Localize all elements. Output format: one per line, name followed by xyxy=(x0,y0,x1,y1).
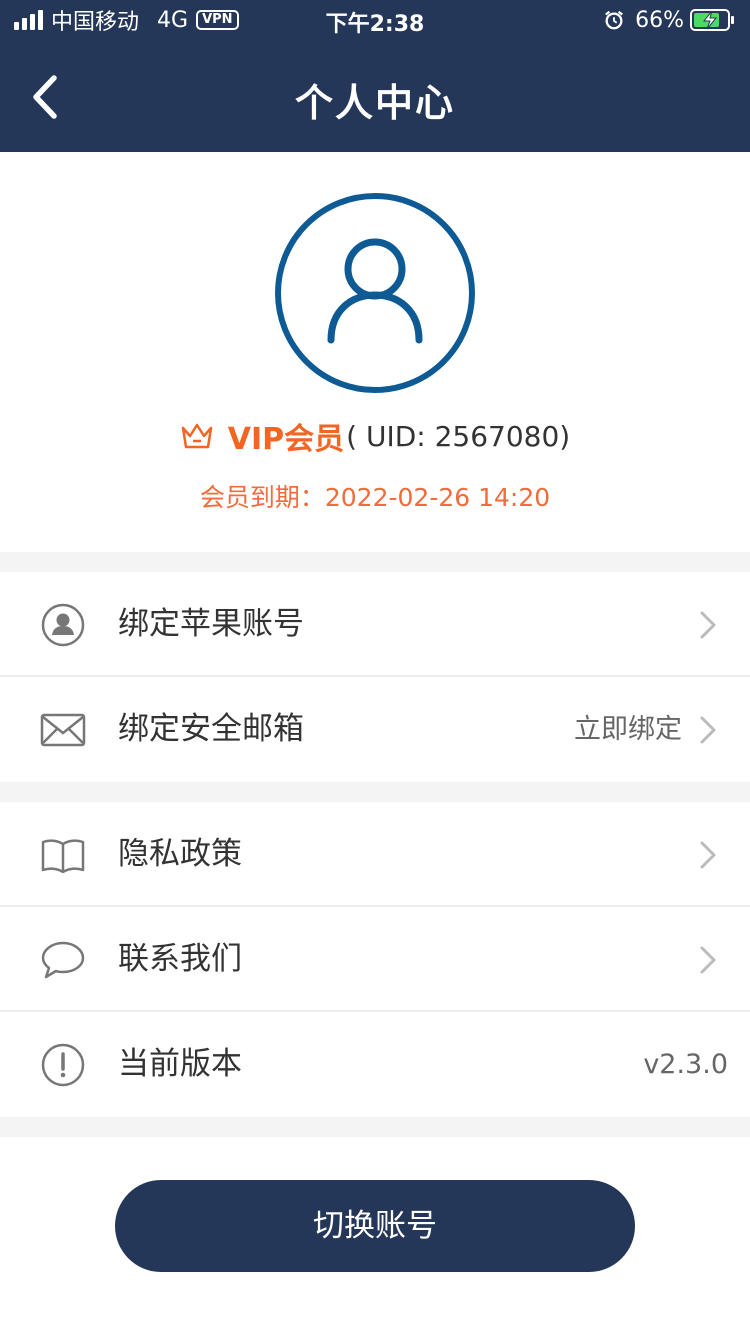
crown-icon xyxy=(181,423,212,449)
chevron-right-icon xyxy=(700,716,716,744)
battery-percent: 66% xyxy=(635,7,684,33)
mail-icon xyxy=(40,713,86,747)
vip-info: VIP会员 ( UID: 2567080) xyxy=(0,414,750,458)
menu-item-contact-us[interactable]: 联系我们 xyxy=(0,907,750,1012)
profile-section: VIP会员 ( UID: 2567080) 会员到期：2022-02-26 14… xyxy=(0,152,750,552)
section-gap xyxy=(0,552,750,572)
status-right: 66% xyxy=(603,6,736,34)
menu-item-bind-email[interactable]: 绑定安全邮箱 立即绑定 xyxy=(0,677,750,782)
menu-item-privacy-policy[interactable]: 隐私政策 xyxy=(0,802,750,907)
menu-label: 联系我们 xyxy=(118,941,242,977)
switch-account-button[interactable]: 切换账号 xyxy=(115,1180,635,1272)
user-circle-icon xyxy=(41,603,85,647)
menu-label: 绑定苹果账号 xyxy=(118,606,304,642)
alarm-icon xyxy=(605,10,624,30)
menu-label: 绑定安全邮箱 xyxy=(118,711,304,747)
bind-now-link[interactable]: 立即绑定 xyxy=(574,677,682,782)
chat-bubble-icon xyxy=(41,941,85,979)
version-number: v2.3.0 xyxy=(643,1049,728,1080)
chevron-right-icon xyxy=(700,611,716,639)
user-uid: ( UID: 2567080) xyxy=(346,419,571,453)
chevron-right-icon xyxy=(700,841,716,869)
page-title: 个人中心 xyxy=(294,81,455,125)
menu-label: 隐私政策 xyxy=(118,836,242,872)
battery-charging-icon xyxy=(690,9,734,31)
chevron-right-icon xyxy=(700,946,716,974)
section-gap xyxy=(0,1117,750,1137)
status-bar: 中国移动 4G VPN 下午2:38 66% xyxy=(0,0,750,40)
menu-label: 当前版本 xyxy=(118,1046,242,1082)
section-gap xyxy=(0,782,750,802)
menu-item-bind-apple[interactable]: 绑定苹果账号 xyxy=(0,572,750,677)
book-icon xyxy=(41,839,85,874)
nav-bar: 个人中心 xyxy=(0,40,750,152)
menu-item-current-version: 当前版本 v2.3.0 xyxy=(0,1012,750,1117)
vip-label: VIP会员 xyxy=(227,422,345,457)
membership-expire: 会员到期：2022-02-26 14:20 xyxy=(199,483,551,512)
avatar[interactable] xyxy=(274,192,476,394)
info-exclamation-icon xyxy=(41,1043,85,1087)
